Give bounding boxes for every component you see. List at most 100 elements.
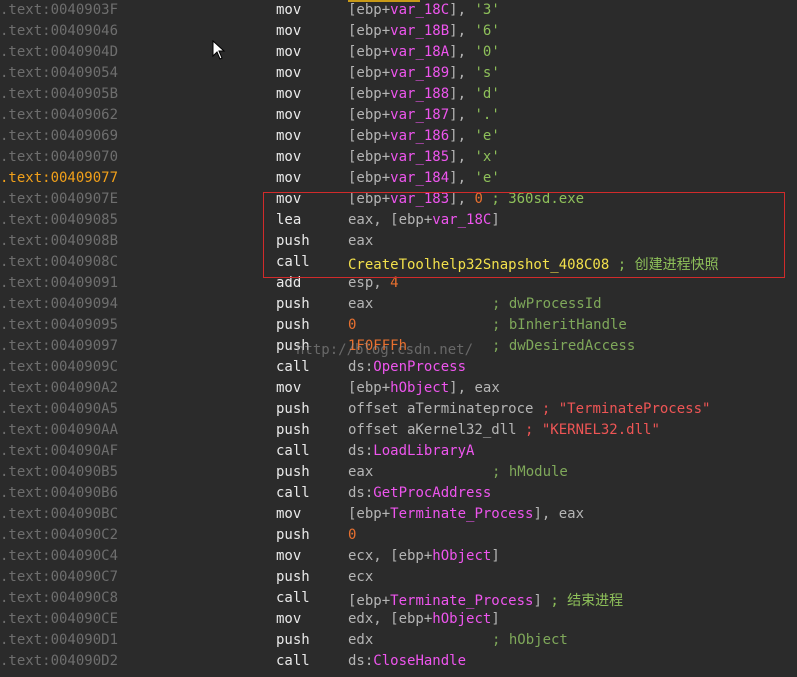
operand-token: ], xyxy=(449,107,475,123)
operand-token: var_186 xyxy=(390,128,450,144)
code-line[interactable]: .text:00409070 mov [ebp+var_185], 'x' xyxy=(0,147,797,168)
code-line[interactable]: .text:00409094 push eax ; dwProcessId xyxy=(0,294,797,315)
code-line[interactable]: .text:0040903F mov [ebp+var_18C], '3' xyxy=(0,0,797,21)
code-line[interactable]: .text:004090BC mov [ebp+Terminate_Process]… xyxy=(0,504,797,525)
code-line[interactable]: .text:0040905B mov [ebp+var_188], 'd' xyxy=(0,84,797,105)
operand-token: var_185 xyxy=(390,149,450,165)
address: .text:0040909C xyxy=(0,359,119,375)
operands: [ebp+var_187], '.' xyxy=(348,107,500,123)
operand-token: '3' xyxy=(474,2,500,18)
operand-token: [ebp+ xyxy=(348,65,391,81)
mouse-cursor-icon xyxy=(212,40,226,60)
mnemonic: mov xyxy=(276,548,302,564)
address: .text:004090B6 xyxy=(0,485,119,501)
operand-token: [ebp+ xyxy=(348,593,391,609)
operand-token: [ebp+ xyxy=(348,2,391,18)
code-line[interactable]: .text:004090C7 push ecx xyxy=(0,567,797,588)
operand-token: [ebp+ xyxy=(348,170,391,186)
address: .text:004090C7 xyxy=(0,569,119,585)
address: .text:004090BC xyxy=(0,506,119,522)
code-line[interactable]: .text:004090CE mov edx, [ebp+hObject] xyxy=(0,609,797,630)
operands: ds:OpenProcess xyxy=(348,359,466,375)
comment: ; dwDesiredAccess xyxy=(492,338,636,354)
code-line[interactable]: .text:004090C8 call [ebp+Terminate_Process… xyxy=(0,588,797,609)
operand-token: 0 xyxy=(348,317,357,333)
operand-token: eax xyxy=(348,464,374,480)
code-line[interactable]: .text:00409095 push 0 ; bInheritHandle xyxy=(0,315,797,336)
address: .text:00409091 xyxy=(0,275,119,291)
comment: ; bInheritHandle xyxy=(492,317,627,333)
operand-token: '0' xyxy=(474,44,500,60)
operand-token: 'e' xyxy=(474,128,500,144)
operand-token: ecx xyxy=(348,569,374,585)
code-line[interactable]: .text:004090C4 mov ecx, [ebp+hObject] xyxy=(0,546,797,567)
address: .text:004090B5 xyxy=(0,464,119,480)
operand-token: 0 xyxy=(348,527,357,543)
code-line[interactable]: .text:004090D1 push edx ; hObject xyxy=(0,630,797,651)
operands: [ebp+var_18C], '3' xyxy=(348,2,500,18)
operand-token: [ebp+ xyxy=(348,128,391,144)
address: .text:004090CE xyxy=(0,611,119,627)
code-line[interactable]: .text:004090C2 push 0 xyxy=(0,525,797,546)
operand-token: ], xyxy=(449,65,475,81)
operand-token: ], xyxy=(449,2,475,18)
operands: [ebp+var_189], 's' xyxy=(348,65,500,81)
operand-token: var_18A xyxy=(390,44,450,60)
code-line[interactable]: .text:004090AF call ds:LoadLibraryA xyxy=(0,441,797,462)
address: .text:00409097 xyxy=(0,338,119,354)
code-line[interactable]: .text:004090D2 call ds:CloseHandle xyxy=(0,651,797,672)
operand-token: var_188 xyxy=(390,86,450,102)
mnemonic: push xyxy=(276,422,310,438)
operands: eax xyxy=(348,464,373,480)
address: .text:0040908C xyxy=(0,254,119,270)
operand-token: offset aTerminateproce xyxy=(348,401,542,417)
mnemonic: call xyxy=(276,443,310,459)
operands: 0 xyxy=(348,317,356,333)
code-line[interactable]: .text:00409054 mov [ebp+var_189], 's' xyxy=(0,63,797,84)
code-line[interactable]: .text:004090B6 call ds:GetProcAddress xyxy=(0,483,797,504)
operand-token: hObject xyxy=(432,611,492,627)
mnemonic: call xyxy=(276,359,310,375)
mnemonic: push xyxy=(276,632,310,648)
operand-token: [ebp+ xyxy=(348,23,391,39)
mnemonic: call xyxy=(276,590,310,606)
mnemonic: mov xyxy=(276,380,302,396)
operands: [ebp+var_188], 'd' xyxy=(348,86,500,102)
address: .text:00409062 xyxy=(0,107,119,123)
operand-token: GetProcAddress xyxy=(373,485,492,501)
mnemonic: call xyxy=(276,485,310,501)
operands: offset aKernel32_dll ; "KERNEL32.dll" xyxy=(348,422,660,438)
operands: [ebp+var_184], 'e' xyxy=(348,170,500,186)
address: .text:0040904D xyxy=(0,44,119,60)
code-line[interactable]: .text:0040909C call ds:OpenProcess xyxy=(0,357,797,378)
code-line[interactable]: .text:00409077 mov [ebp+var_184], 'e' xyxy=(0,168,797,189)
operand-token: [ebp+ xyxy=(348,149,391,165)
code-line[interactable]: .text:0040904D mov [ebp+var_18A], '0' xyxy=(0,42,797,63)
mnemonic: mov xyxy=(276,128,302,144)
operand-token: hObject xyxy=(432,548,492,564)
address: .text:004090C8 xyxy=(0,590,119,606)
code-line[interactable]: .text:00409046 mov [ebp+var_18B], '6' xyxy=(0,21,797,42)
code-line[interactable]: .text:004090AA push offset aKernel32_dll ;… xyxy=(0,420,797,441)
address: .text:00409077 xyxy=(0,170,119,186)
code-line[interactable]: .text:004090A5 push offset aTerminateproce… xyxy=(0,399,797,420)
address: .text:004090D1 xyxy=(0,632,119,648)
code-line[interactable]: .text:00409069 mov [ebp+var_186], 'e' xyxy=(0,126,797,147)
code-line[interactable]: .text:004090B5 push eax ; hModule xyxy=(0,462,797,483)
disassembly-view[interactable]: .text:0040903F mov [ebp+var_18C], '3' .text… xyxy=(0,0,797,677)
operand-token: ds: xyxy=(348,359,374,375)
code-line[interactable]: .text:00409062 mov [ebp+var_187], '.' xyxy=(0,105,797,126)
mnemonic: call xyxy=(276,653,310,669)
address: .text:004090AA xyxy=(0,422,119,438)
operand-token: ds: xyxy=(348,443,374,459)
operand-token: ecx, [ebp+ xyxy=(348,548,433,564)
address: .text:0040908B xyxy=(0,233,119,249)
operand-token: [ebp+ xyxy=(348,107,391,123)
code-line[interactable]: .text:004090A2 mov [ebp+hObject], eax xyxy=(0,378,797,399)
operand-token: 's' xyxy=(474,65,500,81)
mnemonic: mov xyxy=(276,86,302,102)
operand-token: ; 结束进程 xyxy=(550,593,624,609)
operand-token: ], xyxy=(449,44,475,60)
operand-token: ; "KERNEL32.dll" xyxy=(525,422,660,438)
operand-token: var_18C xyxy=(390,2,450,18)
